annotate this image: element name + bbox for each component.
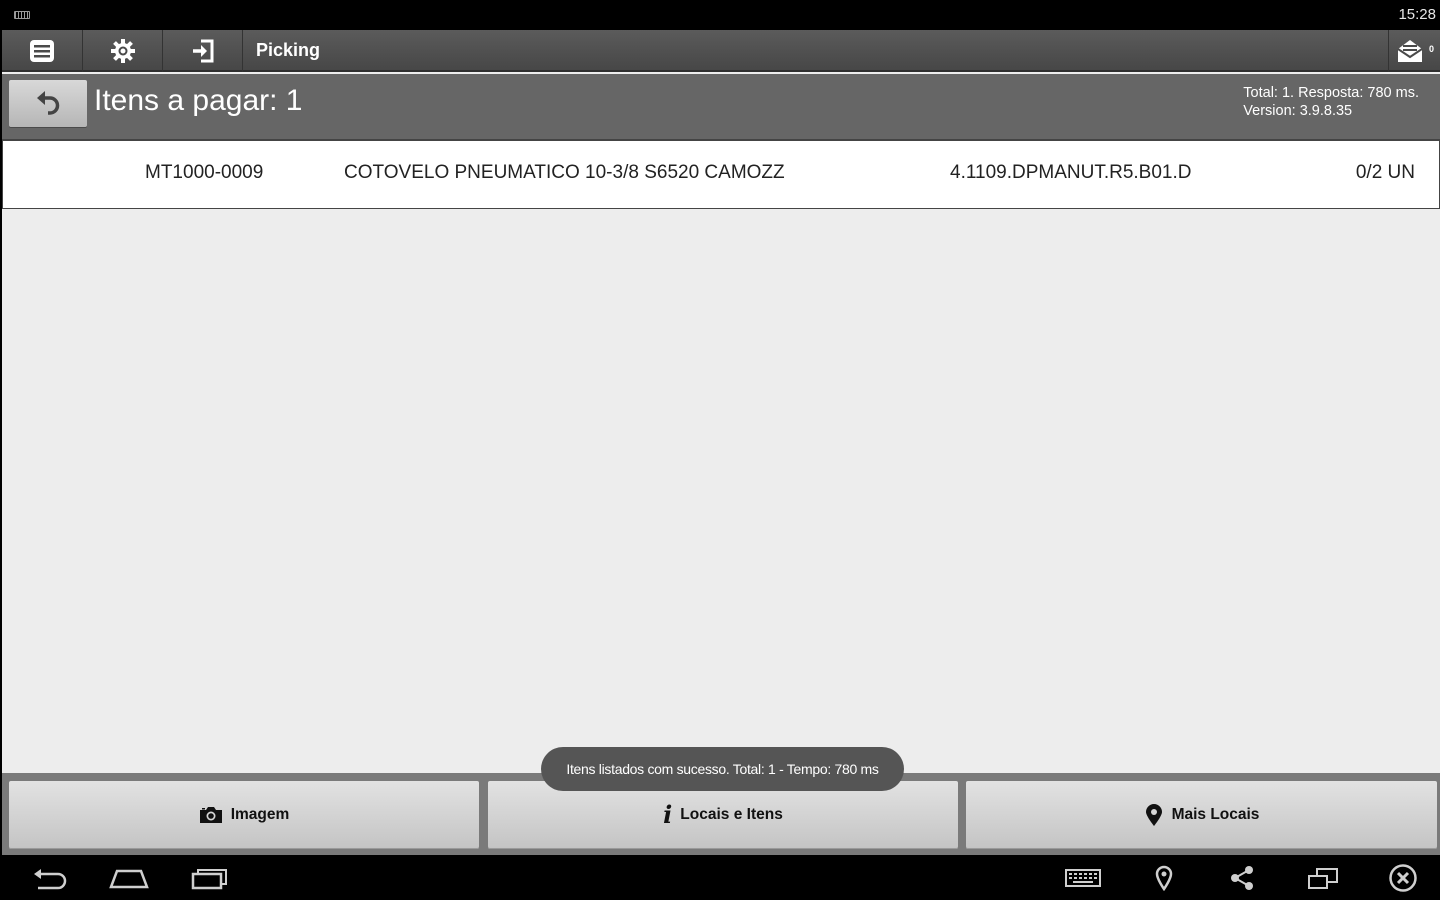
locais-e-itens-button[interactable]: i Locais e Itens xyxy=(488,781,958,849)
list-item[interactable]: MT1000-0009 COTOVELO PNEUMATICO 10-3/8 S… xyxy=(2,139,1440,209)
settings-button[interactable] xyxy=(83,30,163,72)
login-icon xyxy=(192,39,213,63)
location-pin-icon xyxy=(1145,804,1162,826)
system-nav-bar xyxy=(0,855,1440,900)
location-button[interactable] xyxy=(1152,861,1176,895)
response-summary: Total: 1. Resposta: 780 ms. xyxy=(1243,85,1419,101)
screen-rotate-button[interactable] xyxy=(1306,861,1340,895)
keyboard-icon xyxy=(1065,869,1101,887)
imagem-button[interactable]: Imagem xyxy=(9,781,479,849)
share-icon xyxy=(1231,866,1253,890)
screen-rotate-icon xyxy=(1308,868,1338,889)
list-icon xyxy=(30,40,54,62)
camera-icon xyxy=(199,807,222,823)
recents-icon xyxy=(191,869,227,890)
app-version: Version: 3.9.8.35 xyxy=(1243,103,1353,119)
undo-icon xyxy=(37,90,60,115)
info-icon: i xyxy=(663,800,673,829)
imagem-label: Imagem xyxy=(230,806,290,823)
toast-message: Itens listados com sucesso. Total: 1 - T… xyxy=(541,747,904,791)
header-panel: Itens a pagar: 1 Total: 1. Resposta: 780… xyxy=(2,74,1440,139)
back-button[interactable] xyxy=(9,80,87,127)
mail-icon xyxy=(1396,40,1423,62)
item-quantity: 0/2 UN xyxy=(1355,162,1415,183)
item-code: MT1000-0009 xyxy=(145,162,264,183)
menu-button[interactable] xyxy=(2,30,83,72)
page-title: Itens a pagar: 1 xyxy=(94,84,303,117)
message-count: 0 xyxy=(1428,44,1434,54)
back-icon xyxy=(34,869,67,890)
nav-recents-button[interactable] xyxy=(190,861,230,895)
home-icon xyxy=(109,869,149,889)
action-bar-title: Picking xyxy=(256,40,321,60)
nav-home-button[interactable] xyxy=(108,861,150,895)
location-icon xyxy=(1155,865,1173,891)
share-button[interactable] xyxy=(1228,861,1256,895)
status-bar: 15:28 xyxy=(0,0,1440,30)
nav-back-button[interactable] xyxy=(30,861,70,895)
messages-button[interactable]: 0 xyxy=(1388,30,1440,72)
item-location: 4.1109.DPMANUT.R5.B01.D xyxy=(950,162,1192,183)
close-icon xyxy=(1389,864,1417,892)
items-list: MT1000-0009 COTOVELO PNEUMATICO 10-3/8 S… xyxy=(2,139,1440,209)
close-button[interactable] xyxy=(1386,861,1420,895)
keyboard-button[interactable] xyxy=(1064,861,1102,895)
mais-locais-button[interactable]: Mais Locais xyxy=(966,781,1437,849)
locais-label: Locais e Itens xyxy=(680,806,783,823)
action-bar: Picking 0 xyxy=(2,30,1440,72)
status-clock: 15:28 xyxy=(1398,6,1436,23)
mais-label: Mais Locais xyxy=(1171,806,1260,823)
keyboard-notification-icon xyxy=(14,11,30,19)
header-meta: Total: 1. Resposta: 780 ms. Version: 3.9… xyxy=(1243,84,1419,120)
item-description: COTOVELO PNEUMATICO 10-3/8 S6520 CAMOZZ xyxy=(344,162,785,183)
app-window: Picking 0 Itens a pagar: 1 Total: 1. Res… xyxy=(2,30,1440,855)
login-button[interactable] xyxy=(163,30,243,72)
gear-icon xyxy=(110,39,135,63)
